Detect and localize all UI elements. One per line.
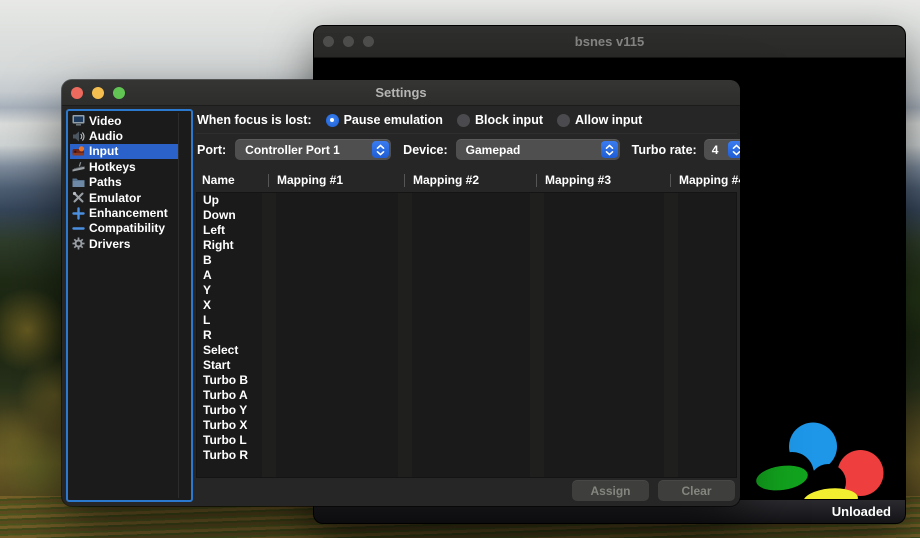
- table-row[interactable]: Right: [197, 238, 736, 253]
- assign-button[interactable]: Assign: [572, 480, 649, 501]
- input-icon: [72, 145, 85, 158]
- action-buttons: Assign Clear: [572, 480, 735, 501]
- turbo-rate-select[interactable]: 4: [704, 139, 740, 160]
- table-row[interactable]: Turbo L: [197, 433, 736, 448]
- settings-window: Settings Video Audio Input Hotkeys: [62, 80, 740, 506]
- enhancement-icon: [72, 207, 85, 220]
- table-row[interactable]: Turbo A: [197, 388, 736, 403]
- chevron-up-down-icon: [372, 141, 389, 158]
- mapping-table-header: Name Mapping #1 Mapping #2 Mapping #3 Ma…: [196, 169, 737, 192]
- table-row[interactable]: B: [197, 253, 736, 268]
- sidebar-item-compatibility[interactable]: Compatibility: [70, 221, 178, 236]
- radio-block-input[interactable]: Block input: [457, 113, 543, 127]
- clear-button[interactable]: Clear: [658, 480, 735, 501]
- sidebar-item-enhancement[interactable]: Enhancement: [70, 205, 178, 220]
- port-select[interactable]: Controller Port 1: [235, 139, 391, 160]
- table-row[interactable]: Y: [197, 283, 736, 298]
- table-row[interactable]: R: [197, 328, 736, 343]
- column-header-mapping-3: Mapping #3: [545, 173, 611, 187]
- turbo-rate-label: Turbo rate:: [632, 143, 697, 157]
- hotkeys-icon: [72, 160, 85, 173]
- column-header-mapping-4: Mapping #4: [679, 173, 740, 187]
- radio-allow-input[interactable]: Allow input: [557, 113, 642, 127]
- focus-lost-row: When focus is lost: Pause emulation Bloc…: [197, 110, 642, 130]
- table-row[interactable]: Turbo X: [197, 418, 736, 433]
- column-divider: [536, 174, 537, 187]
- zoom-button[interactable]: [113, 87, 125, 99]
- radio-pause-emulation[interactable]: Pause emulation: [326, 113, 443, 127]
- chevron-up-down-icon: [601, 141, 618, 158]
- device-select[interactable]: Gamepad: [456, 139, 620, 160]
- port-label: Port:: [197, 143, 226, 157]
- sidebar-item-label: Video: [89, 114, 121, 128]
- minimize-button-inactive[interactable]: [343, 36, 354, 47]
- table-row[interactable]: A: [197, 268, 736, 283]
- sidebar-item-input[interactable]: Input: [70, 144, 178, 159]
- column-header-mapping-1: Mapping #1: [277, 173, 343, 187]
- sidebar-item-paths[interactable]: Paths: [70, 175, 178, 190]
- sidebar-item-label: Compatibility: [89, 221, 165, 235]
- close-button-inactive[interactable]: [323, 36, 334, 47]
- table-row[interactable]: Select: [197, 343, 736, 358]
- input-settings-panel: When focus is lost: Pause emulation Bloc…: [196, 108, 737, 502]
- close-button[interactable]: [71, 87, 83, 99]
- sidebar-item-label: Enhancement: [89, 206, 168, 220]
- table-row[interactable]: L: [197, 313, 736, 328]
- bsnes-window-title: bsnes v115: [575, 34, 644, 49]
- sidebar-item-label: Input: [89, 144, 118, 158]
- video-icon: [72, 114, 85, 127]
- radio-unselected-icon[interactable]: [557, 114, 570, 127]
- sidebar-item-video[interactable]: Video: [70, 113, 178, 128]
- settings-traffic-lights: [71, 80, 125, 105]
- sidebar-item-hotkeys[interactable]: Hotkeys: [70, 159, 178, 174]
- sidebar-item-label: Emulator: [89, 191, 141, 205]
- sidebar-item-label: Paths: [89, 175, 122, 189]
- settings-sidebar: Video Audio Input Hotkeys Paths: [66, 109, 193, 502]
- drivers-icon: [72, 237, 85, 250]
- bsnes-titlebar[interactable]: bsnes v115: [314, 26, 905, 58]
- sidebar-item-drivers[interactable]: Drivers: [70, 236, 178, 251]
- mapping-table: Name Mapping #1 Mapping #2 Mapping #3 Ma…: [196, 169, 737, 478]
- sidebar-item-label: Drivers: [89, 237, 130, 251]
- column-divider: [268, 174, 269, 187]
- sidebar-item-label: Audio: [89, 129, 123, 143]
- port-device-row: Port: Controller Port 1 Device: Gamepad …: [197, 139, 740, 160]
- table-row[interactable]: X: [197, 298, 736, 313]
- mapping-table-body: Up Down Left Right B A Y X L R Select St…: [196, 192, 737, 478]
- device-label: Device:: [403, 143, 447, 157]
- status-label: Unloaded: [832, 504, 891, 519]
- table-row[interactable]: Turbo B: [197, 373, 736, 388]
- compatibility-icon: [72, 222, 85, 235]
- column-header-name: Name: [202, 173, 235, 187]
- audio-icon: [72, 130, 85, 143]
- table-row[interactable]: Start: [197, 358, 736, 373]
- column-divider: [670, 174, 671, 187]
- settings-window-title: Settings: [375, 85, 426, 100]
- paths-icon: [72, 176, 85, 189]
- minimize-button[interactable]: [92, 87, 104, 99]
- emulator-icon: [72, 191, 85, 204]
- column-header-mapping-2: Mapping #2: [413, 173, 479, 187]
- table-row[interactable]: Up: [197, 193, 736, 208]
- sidebar-item-audio[interactable]: Audio: [70, 128, 178, 143]
- table-row[interactable]: Turbo Y: [197, 403, 736, 418]
- radio-unselected-icon[interactable]: [457, 114, 470, 127]
- zoom-button-inactive[interactable]: [363, 36, 374, 47]
- sidebar-item-label: Hotkeys: [89, 160, 136, 174]
- focus-lost-label: When focus is lost:: [197, 113, 312, 127]
- radio-selected-icon[interactable]: [326, 114, 339, 127]
- column-divider: [404, 174, 405, 187]
- table-row[interactable]: Down: [197, 208, 736, 223]
- sidebar-item-emulator[interactable]: Emulator: [70, 190, 178, 205]
- settings-titlebar[interactable]: Settings: [62, 80, 740, 106]
- bsnes-traffic-lights: [323, 26, 374, 57]
- table-row[interactable]: Left: [197, 223, 736, 238]
- chevron-up-down-icon: [728, 141, 740, 158]
- sidebar-scrollbar[interactable]: [178, 113, 189, 498]
- separator: [196, 133, 737, 134]
- table-row[interactable]: Turbo R: [197, 448, 736, 463]
